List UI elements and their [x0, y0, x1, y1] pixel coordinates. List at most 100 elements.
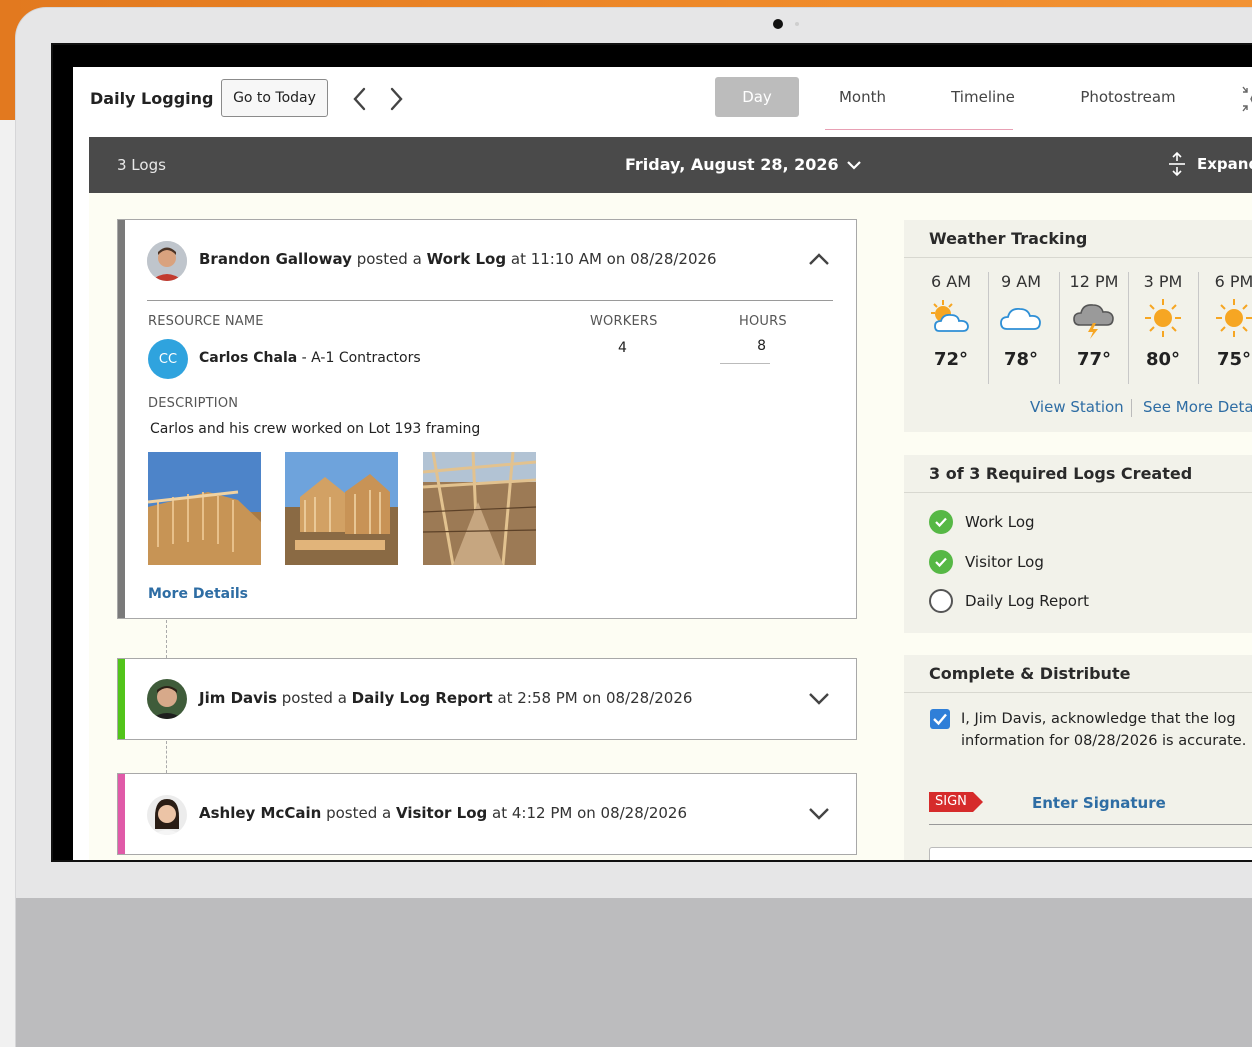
- hours-input[interactable]: 8: [720, 338, 770, 364]
- visitor-log-card[interactable]: Ashley McCain posted a Visitor Log at 4:…: [117, 773, 857, 855]
- avatar: [147, 241, 187, 281]
- log-header: Brandon Galloway posted a Work Log at 11…: [199, 250, 717, 268]
- log-type: Work Log: [426, 250, 507, 268]
- weather-temp: 75°: [1216, 349, 1252, 370]
- sun-icon: [1145, 299, 1181, 337]
- next-day-button[interactable]: [386, 86, 408, 112]
- view-station-link[interactable]: View Station: [1030, 398, 1124, 416]
- previous-day-button[interactable]: [348, 86, 370, 112]
- resource-name: Carlos Chala: [199, 350, 298, 366]
- camera-sensor: [795, 22, 799, 26]
- weather-time: 6 PM: [1214, 272, 1252, 291]
- log-header: Jim Davis posted a Daily Log Report at 2…: [199, 689, 693, 707]
- weather-time: 9 AM: [1000, 272, 1041, 291]
- log-timestamp: at 2:58 PM on 08/28/2026: [497, 689, 693, 707]
- required-log-item: Daily Log Report: [929, 589, 1089, 613]
- required-log-item: Visitor Log: [929, 550, 1044, 574]
- log-description: Carlos and his crew worked on Lot 193 fr…: [150, 421, 481, 437]
- empty-circle-icon: [929, 589, 953, 613]
- tab-month[interactable]: Month: [825, 77, 900, 117]
- required-log-label: Work Log: [965, 513, 1035, 531]
- cloud-icon: [1000, 308, 1041, 330]
- selected-date: Friday, August 28, 2026: [625, 155, 839, 174]
- toolbar: Daily Logging Go to Today Day Month Time…: [73, 67, 1252, 137]
- avatar: [147, 679, 187, 719]
- go-to-today-button[interactable]: Go to Today: [221, 79, 328, 117]
- required-logs-title: 3 of 3 Required Logs Created: [929, 464, 1193, 483]
- chevron-left-icon: [353, 87, 366, 111]
- log-photo[interactable]: [148, 452, 261, 565]
- enter-signature-button[interactable]: Enter Signature: [1032, 794, 1166, 812]
- log-timestamp: at 11:10 AM on 08/28/2026: [510, 250, 717, 268]
- log-count: 3 Logs: [117, 156, 166, 174]
- laptop-base: [16, 898, 1252, 1047]
- partly-sunny-icon: [931, 300, 969, 332]
- tab-day[interactable]: Day: [715, 77, 799, 117]
- log-photo[interactable]: [285, 452, 398, 565]
- storm-icon: [1073, 304, 1114, 339]
- log-author[interactable]: Brandon Galloway: [199, 250, 352, 268]
- acknowledge-checkbox[interactable]: [930, 709, 950, 729]
- log-summary-bar: 3 Logs Friday, August 28, 2026 Expand: [89, 137, 1252, 193]
- daily-logging-app: Daily Logging Go to Today Day Month Time…: [73, 67, 1252, 860]
- work-log-card: Brandon Galloway posted a Work Log at 11…: [117, 219, 857, 619]
- log-author[interactable]: Ashley McCain: [199, 804, 321, 822]
- workers-header: WORKERS: [590, 314, 658, 329]
- resource-company: - A-1 Contractors: [301, 350, 421, 366]
- required-log-label: Visitor Log: [965, 553, 1044, 571]
- required-logs-panel: 3 of 3 Required Logs Created Work Log Vi…: [904, 455, 1252, 633]
- log-type: Visitor Log: [395, 804, 488, 822]
- log-color-bar: [118, 774, 125, 854]
- required-log-item: Work Log: [929, 510, 1035, 534]
- weather-title: Weather Tracking: [929, 229, 1088, 248]
- log-timestamp: at 4:12 PM on 08/28/2026: [492, 804, 687, 822]
- expand-label: Expand: [1197, 155, 1252, 173]
- collapse-arrows-icon: [1242, 86, 1252, 112]
- weather-hour: 6 PM 75°: [1199, 272, 1252, 370]
- expand-all-button[interactable]: Expand: [1167, 151, 1252, 177]
- expand-arrows-icon: [1169, 151, 1185, 177]
- log-author[interactable]: Jim Davis: [199, 689, 277, 707]
- chevron-down-icon[interactable]: [808, 807, 830, 821]
- description-header: DESCRIPTION: [148, 396, 239, 411]
- chevron-up-icon[interactable]: [808, 252, 830, 266]
- weather-temp: 78°: [1003, 349, 1039, 370]
- complete-distribute-title: Complete & Distribute: [929, 664, 1131, 683]
- required-log-label: Daily Log Report: [965, 592, 1090, 610]
- weather-hour: 6 AM 72°: [916, 272, 986, 370]
- log-color-bar: [118, 659, 125, 739]
- chevron-down-icon[interactable]: [808, 692, 830, 706]
- distribution-field[interactable]: [929, 847, 1252, 860]
- header-divider: [147, 300, 833, 301]
- collapse-view-button[interactable]: [1239, 85, 1252, 117]
- check-circle-icon: [929, 510, 953, 534]
- resource-name-header: RESOURCE NAME: [148, 314, 264, 329]
- weather-hour: 9 AM 78°: [986, 272, 1056, 370]
- check-circle-icon: [929, 550, 953, 574]
- checkmark-icon: [933, 713, 947, 726]
- log-photo[interactable]: [423, 452, 536, 565]
- tab-timeline[interactable]: Timeline: [939, 77, 1027, 117]
- panel-divider: [904, 492, 1252, 493]
- page-title: Daily Logging: [90, 89, 214, 108]
- weather-hour: 12 PM 77°: [1059, 272, 1129, 370]
- resource-avatar: CC: [148, 339, 188, 379]
- more-details-link[interactable]: More Details: [148, 586, 248, 602]
- weather-time: 6 AM: [930, 272, 971, 291]
- see-more-details-link[interactable]: See More Details: [1143, 398, 1252, 416]
- date-selector[interactable]: Friday, August 28, 2026: [625, 155, 861, 174]
- tab-photostream[interactable]: Photostream: [1071, 77, 1185, 117]
- avatar: [147, 795, 187, 835]
- weather-tracking-panel: Weather Tracking 6 AM 72° 9 AM 78° 12 PM…: [904, 220, 1252, 432]
- weather-time: 12 PM: [1069, 272, 1119, 291]
- chevron-down-icon: [846, 160, 861, 170]
- weather-time: 3 PM: [1143, 272, 1183, 291]
- workers-value: 4: [618, 340, 627, 356]
- resource-row: Carlos Chala - A-1 Contractors: [199, 350, 421, 366]
- log-header: Ashley McCain posted a Visitor Log at 4:…: [199, 804, 687, 822]
- timeline-connector: [166, 741, 167, 773]
- chevron-right-icon: [390, 87, 403, 111]
- camera-icon: [773, 19, 783, 29]
- weather-hour: 3 PM 80°: [1128, 272, 1198, 370]
- daily-log-report-card[interactable]: Jim Davis posted a Daily Log Report at 2…: [117, 658, 857, 740]
